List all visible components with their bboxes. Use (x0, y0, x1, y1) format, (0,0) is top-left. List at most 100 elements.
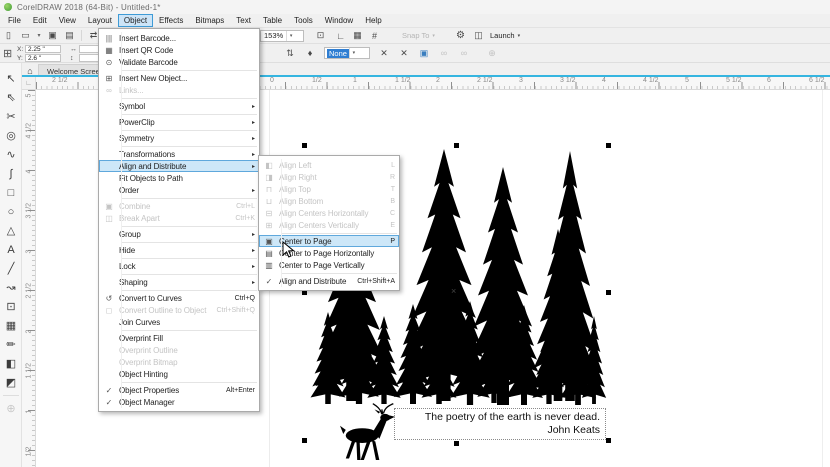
object-menu-item[interactable]: Shaping ▸ (99, 276, 259, 288)
align-submenu-item[interactable]: ⊟ Align Centers Horizontally C (259, 207, 399, 219)
align-submenu-item[interactable]: ◧ Align Left L (259, 159, 399, 171)
print-icon[interactable]: ▤ (62, 29, 77, 42)
options-gear-icon[interactable]: ⚙ (453, 29, 468, 42)
x-position-field[interactable]: 2.25 " (25, 45, 61, 53)
selection-handle[interactable] (606, 143, 611, 148)
show-rulers-icon[interactable]: ∟ (333, 29, 348, 42)
smart-fill-tool-icon[interactable]: ◧ (0, 354, 22, 373)
crop-tool-icon[interactable]: ✂ (0, 107, 22, 126)
object-menu-item[interactable]: ⊞ Insert New Object... (99, 72, 259, 84)
object-menu-item[interactable]: Symbol ▸ (99, 100, 259, 112)
object-menu-item[interactable]: ◫ Break Apart Ctrl+K (99, 212, 259, 224)
quote-text-object[interactable]: The poetry of the earth is never dead. J… (394, 408, 606, 440)
save-icon[interactable]: ▣ (45, 29, 60, 42)
align-submenu-item[interactable]: ⊓ Align Top T (259, 183, 399, 195)
object-menu-item[interactable]: Lock ▸ (99, 260, 259, 272)
open-dropdown-caret-icon[interactable]: ▾ (35, 29, 43, 42)
clear-distortion-icon[interactable]: ✕ (376, 47, 392, 60)
artistic-media-tool-icon[interactable]: ∫ (0, 164, 22, 183)
y-position-field[interactable]: 2.6 " (25, 54, 61, 62)
menubar-item[interactable]: Effects (153, 14, 189, 27)
object-menu-item[interactable]: Group ▸ (99, 228, 259, 240)
swap-icon[interactable]: ⇅ (282, 47, 298, 60)
selection-handle[interactable] (454, 143, 459, 148)
selection-handle[interactable] (606, 290, 611, 295)
selection-handle[interactable] (302, 143, 307, 148)
selection-handle[interactable] (302, 438, 307, 443)
object-menu-item[interactable]: ↺ Convert to Curves Ctrl+Q (99, 292, 259, 304)
chevron-down-icon[interactable]: ▾ (286, 31, 295, 41)
menubar-item[interactable]: View (53, 14, 82, 27)
menubar-item[interactable]: Layout (82, 14, 118, 27)
line-tool-icon[interactable]: ╱ (0, 259, 22, 278)
object-menu-item[interactable]: ▣ Combine Ctrl+L (99, 200, 259, 212)
freehand-tool-icon[interactable]: ∿ (0, 145, 22, 164)
align-submenu-item[interactable]: ▥ Center to Page Vertically (259, 259, 399, 271)
object-menu-item[interactable]: PowerClip ▸ (99, 116, 259, 128)
mesh-fill-tool-icon[interactable]: ▦ (0, 316, 22, 335)
menubar-item[interactable]: Edit (27, 14, 53, 27)
zoom-level-combo[interactable]: 153% ▾ (260, 30, 304, 42)
launch-dropdown[interactable]: ◫ Launch ▾ (470, 29, 520, 42)
new-document-icon[interactable]: ▯ (1, 29, 16, 42)
menubar-item[interactable]: Tools (288, 14, 319, 27)
object-menu-item[interactable]: Object Hinting (99, 368, 259, 380)
rectangle-tool-icon[interactable]: □ (0, 183, 22, 202)
property-bar-right: ⇅ ♦ None ▾ ✕ ✕ ▣ ∞ ∞ ⊕ (280, 46, 502, 60)
ellipse-tool-icon[interactable]: ○ (0, 202, 22, 221)
clear-envelope-icon[interactable]: ✕ (396, 47, 412, 60)
add-tool-icon[interactable]: ⊕ (0, 399, 22, 418)
menu-item-label: Combine (119, 202, 232, 211)
menubar-item[interactable]: Object (118, 14, 153, 27)
zoom-tool-icon[interactable]: ◎ (0, 126, 22, 145)
menubar-item[interactable]: Table (257, 14, 288, 27)
interactive-fill-tool-icon[interactable]: ◩ (0, 373, 22, 392)
ruler-label: 1 (353, 77, 357, 84)
object-menu-item[interactable]: Symmetry ▸ (99, 132, 259, 144)
object-menu-item[interactable]: Overprint Fill (99, 332, 259, 344)
align-submenu-item[interactable]: ⊞ Align Centers Vertically E (259, 219, 399, 231)
shape-tool-icon[interactable]: ⇖ (0, 88, 22, 107)
fullscreen-preview-icon[interactable]: ⊡ (313, 29, 328, 42)
show-grid-icon[interactable]: ▦ (350, 29, 365, 42)
align-submenu-item[interactable]: ▣ Center to Page P (259, 235, 399, 247)
outline-width-combo[interactable]: None ▾ (324, 47, 370, 59)
show-guidelines-icon[interactable]: # (367, 29, 382, 42)
interactive-effect-tool-icon[interactable]: ⊡ (0, 297, 22, 316)
object-menu-item[interactable]: Transformations ▸ (99, 148, 259, 160)
chevron-down-icon[interactable]: ▾ (349, 48, 358, 58)
object-menu-item[interactable]: ▦ Insert QR Code (99, 44, 259, 56)
snap-to-dropdown[interactable]: Snap To ▾ (402, 31, 436, 40)
object-menu-item[interactable]: Align and Distribute ▸ (99, 160, 259, 172)
selection-handle[interactable] (454, 441, 459, 446)
open-icon[interactable]: ▭ (18, 29, 33, 42)
object-menu-item[interactable]: Order ▸ (99, 184, 259, 196)
menubar-item[interactable]: Window (319, 14, 359, 27)
object-menu-item[interactable]: ✓ Object Properties Alt+Enter (99, 384, 259, 396)
object-menu-item[interactable]: ||| Insert Barcode... (99, 32, 259, 44)
pick-tool-icon[interactable]: ↖ (0, 69, 22, 88)
selection-handle[interactable] (606, 438, 611, 443)
eyedropper-tool-icon[interactable]: ✏ (0, 335, 22, 354)
object-menu-item[interactable]: ✓ Object Manager (99, 396, 259, 408)
align-submenu-item[interactable]: ⊔ Align Bottom B (259, 195, 399, 207)
edit-fill-icon[interactable]: ▣ (416, 47, 432, 60)
menubar-item[interactable]: File (2, 14, 27, 27)
text-tool-icon[interactable]: A (0, 240, 22, 259)
menubar-item[interactable]: Bitmaps (189, 14, 230, 27)
object-menu-item[interactable]: ∞ Links... (99, 84, 259, 96)
align-submenu-item[interactable]: ◨ Align Right R (259, 171, 399, 183)
object-menu-item[interactable]: Overprint Bitmap (99, 356, 259, 368)
polygon-tool-icon[interactable]: △ (0, 221, 22, 240)
object-menu-item[interactable]: Fit Objects to Path (99, 172, 259, 184)
menubar-item[interactable]: Help (359, 14, 387, 27)
object-menu-item[interactable]: Hide ▸ (99, 244, 259, 256)
align-submenu-item[interactable]: ▤ Center to Page Horizontally (259, 247, 399, 259)
align-submenu-item[interactable]: ✓ Align and Distribute Ctrl+Shift+A (259, 275, 399, 287)
connector-tool-icon[interactable]: ↝ (0, 278, 22, 297)
object-menu-item[interactable]: Join Curves (99, 316, 259, 328)
object-menu-item[interactable]: ◻ Convert Outline to Object Ctrl+Shift+Q (99, 304, 259, 316)
object-menu-item[interactable]: Overprint Outline (99, 344, 259, 356)
menubar-item[interactable]: Text (230, 14, 257, 27)
object-menu-item[interactable]: ⊙ Validate Barcode (99, 56, 259, 68)
